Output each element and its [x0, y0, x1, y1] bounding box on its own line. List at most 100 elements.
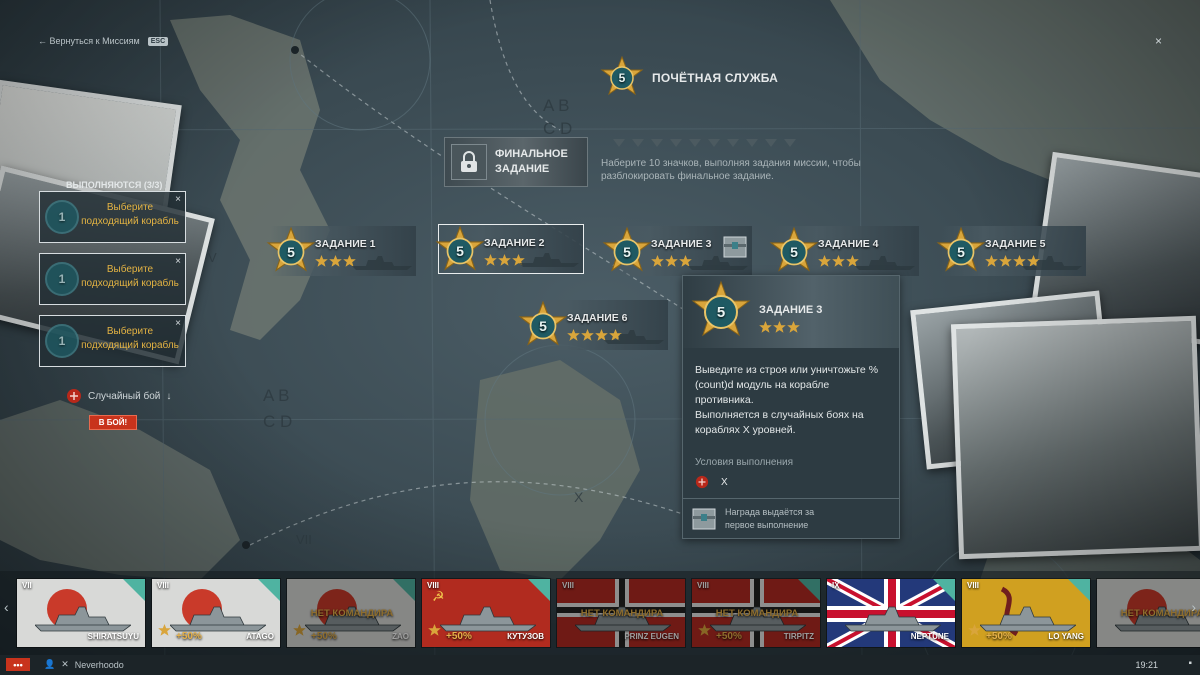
badge-slot-icon: [746, 139, 758, 147]
ship-name: PRINZ EUGEN: [624, 632, 679, 641]
main-menu-button[interactable]: •••: [6, 658, 30, 671]
badge-slot-icon: [708, 139, 720, 147]
task-card[interactable]: 5 ЗАДАНИЕ 6: [518, 300, 668, 350]
ship-card[interactable]: VIII +50% LO YANG: [961, 578, 1091, 648]
lock-icon: [451, 144, 487, 180]
ship-tier: VIII: [427, 581, 440, 590]
ship-tier: VII: [22, 581, 32, 590]
task-card[interactable]: 5 ЗАДАНИЕ 4: [769, 226, 919, 276]
random-battle-icon: [695, 475, 709, 489]
tooltip-stars: [759, 320, 800, 338]
bonus-corner-icon: [123, 579, 145, 601]
star-icon: [581, 328, 594, 346]
ship-card[interactable]: VII SHIRATSUYU: [16, 578, 146, 648]
chevron-down-icon: ↓: [166, 390, 172, 402]
task-card[interactable]: 5 ЗАДАНИЕ 2: [435, 224, 584, 276]
ship-silhouette-icon: [519, 253, 579, 267]
bonus-star-icon: [293, 623, 306, 641]
slot-close-icon[interactable]: ×: [175, 318, 181, 329]
division-icon: ✕: [61, 659, 69, 669]
badge-slot-icon: [613, 139, 625, 147]
tooltip-star-badge: 5: [689, 280, 753, 344]
slot-prompt: Выберите подходящий корабль: [81, 326, 179, 351]
xp-bonus: +50%: [446, 631, 472, 642]
active-slot[interactable]: 1 Выберите подходящий корабль ×: [39, 315, 186, 367]
back-to-missions-link[interactable]: ← Вернуться к Миссиям ESC: [38, 36, 169, 46]
ship-hull-icon: [35, 606, 131, 632]
slot-close-icon[interactable]: ×: [175, 194, 181, 205]
ship-name: КУТУЗОВ: [507, 632, 544, 641]
ship-tier: VIII: [157, 581, 170, 590]
bonus-corner-icon: [933, 579, 955, 601]
map-label: X: [574, 489, 584, 505]
badge-slot-icon: [670, 139, 682, 147]
ship-card[interactable]: IX NEPTUNE: [826, 578, 956, 648]
xp-bonus: +50%: [986, 631, 1012, 642]
ship-name: NEPTUNE: [910, 632, 949, 641]
badge-slot-icon: [689, 139, 701, 147]
campaign-badge-number: 5: [618, 71, 626, 85]
no-commander-label: НЕТ КОМАНДИРА: [1120, 608, 1200, 619]
bonus-corner-icon: [798, 579, 820, 601]
ship-tier: VIII: [562, 581, 575, 590]
task-card[interactable]: 5 ЗАДАНИЕ 5: [936, 226, 1086, 276]
no-commander-label: НЕТ КОМАНДИРА: [715, 608, 799, 619]
carousel-right-arrow-icon[interactable]: ›: [1191, 599, 1196, 615]
final-task-locked[interactable]: ФИНАЛЬНОЕ ЗАДАНИЕ: [444, 137, 588, 187]
battle-button[interactable]: В БОЙ!: [89, 415, 137, 430]
ship-hull-icon: [980, 606, 1076, 632]
ship-card[interactable]: НЕТ КОМАНДИРА: [1096, 578, 1200, 648]
task-badge-number: 5: [957, 244, 965, 260]
ship-card[interactable]: НЕТ КОМАНДИРА +50% ZAO: [286, 578, 416, 648]
task-card[interactable]: 5 ЗАДАНИЕ 3: [602, 226, 752, 276]
slot-prompt: Выберите подходящий корабль: [81, 202, 179, 227]
tooltip-divider: [683, 498, 899, 499]
task-stars: [651, 254, 692, 272]
active-slot[interactable]: 1 Выберите подходящий корабль ×: [39, 191, 186, 243]
star-icon: [665, 254, 678, 272]
slot-close-icon[interactable]: ×: [175, 256, 181, 267]
star-icon: [832, 254, 845, 272]
task-title: ЗАДАНИЕ 4: [818, 238, 879, 250]
battle-mode-selector[interactable]: Случайный бой ↓: [66, 388, 171, 404]
task-badge-number: 5: [539, 318, 547, 334]
ship-silhouette-icon: [604, 330, 664, 344]
player-info[interactable]: 👤 ✕ Neverhoodo: [44, 659, 124, 670]
ship-name: SHIRATSUYU: [87, 632, 139, 641]
ship-silhouette-icon: [352, 256, 412, 270]
back-link-label: ← Вернуться к Миссиям: [38, 36, 140, 46]
xp-bonus: +50%: [311, 631, 337, 642]
chat-icon[interactable]: ▪: [1188, 658, 1192, 669]
ship-hull-icon: [440, 606, 536, 632]
star-icon: [999, 254, 1012, 272]
final-task-progress: [613, 139, 796, 147]
task-star-badge: 5: [435, 226, 485, 276]
ship-card[interactable]: VIII НЕТ КОМАНДИРА PRINZ EUGEN: [556, 578, 686, 648]
carousel-left-arrow-icon[interactable]: ‹: [4, 599, 9, 615]
task-star-badge: 5: [518, 301, 568, 351]
badge-slot-icon: [784, 139, 796, 147]
ship-hull-icon: [170, 606, 266, 632]
tooltip-description-line: Выведите из строя или уничтожьте %(count…: [695, 364, 879, 406]
active-slot[interactable]: 1 Выберите подходящий корабль ×: [39, 253, 186, 305]
active-tasks-heading: ВЫПОЛНЯЮТСЯ (3/3): [66, 180, 163, 190]
slot-badge-icon: 1: [42, 197, 82, 237]
map-label: A B: [263, 386, 290, 405]
star-icon: [759, 320, 772, 338]
ship-card[interactable]: VIII +50% ATAGO: [151, 578, 281, 648]
close-button[interactable]: ×: [1155, 34, 1162, 48]
task-card[interactable]: 5 ЗАДАНИЕ 1: [266, 226, 416, 276]
ship-card[interactable]: VIII НЕТ КОМАНДИРА +50% TIRPITZ: [691, 578, 821, 648]
clock: 19:21: [1135, 660, 1158, 670]
ship-photo: [950, 315, 1200, 560]
reward-chest-icon: [723, 236, 747, 258]
task-star-badge: 5: [602, 227, 652, 277]
ship-carousel: ‹ VII SHIRATSUYU VIII +50% ATAGO НЕТ КОМАНДИР…: [0, 571, 1200, 655]
slot-badge-number: 1: [58, 210, 66, 224]
ship-hull-icon: [845, 606, 941, 632]
star-icon: [329, 254, 342, 272]
ship-card[interactable]: ☭ VIII +50% КУТУЗОВ: [421, 578, 551, 648]
tooltip-description-line: Выполняется в случайных боях на кораблях…: [695, 409, 864, 436]
ship-silhouette-icon: [1022, 256, 1082, 270]
reward-chest-icon: [692, 508, 716, 530]
